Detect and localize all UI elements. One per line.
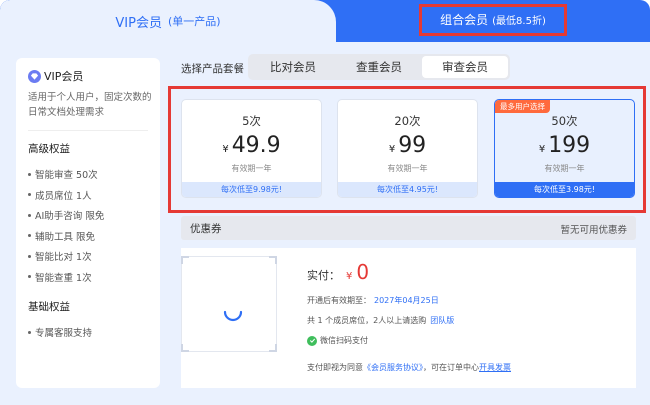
coupon-status: 暂无可用优惠券 xyxy=(560,225,627,236)
seats-text: 共 1 个成员席位，2人以上请选购 xyxy=(307,316,427,325)
benefit-text: 智能查重 1次 xyxy=(35,272,92,284)
sidebar-divider xyxy=(28,130,148,131)
plan-validity: 有效期一年 xyxy=(231,164,272,173)
membership-tabbar: VIP会员 (单一产品) 组合会员 (最低8.5折) xyxy=(0,0,650,42)
plan-count: 5次 xyxy=(242,114,261,128)
team-version-link[interactable]: 团队版 xyxy=(430,315,454,326)
seats-line: 共 1 个成员席位，2人以上请选购 团队版 xyxy=(307,315,454,326)
tab-combo-sub: (最低8.5折) xyxy=(492,16,546,27)
tab-vip-sub: (单一产品) xyxy=(167,15,221,28)
benefit-text: 专属客服支持 xyxy=(35,328,93,340)
plan-price: ¥199 xyxy=(495,133,634,158)
benefits-sidebar: VIP会员 适用于个人用户，固定次数的日常文档处理需求 高级权益 智能审查 50… xyxy=(16,58,160,388)
bullet-icon xyxy=(28,254,31,258)
benefit-text: AI助手咨询 限免 xyxy=(35,211,105,223)
benefit-item: AI助手咨询 限免 xyxy=(28,205,160,226)
benefit-item: 成员席位 1人 xyxy=(28,185,160,206)
option-compare-membership[interactable]: 比对会员 xyxy=(250,56,336,78)
tab-vip-membership[interactable]: VIP会员 (单一产品) xyxy=(0,0,336,42)
plans-highlight-box: 5次 ¥49.9 有效期一年 每次低至9.98元! 20次 ¥99 有效期一年 … xyxy=(168,86,646,213)
payment-info: 实付： ¥ 0 开通后有效期至： 2027年04月25日 共 1 个成员席位，2人… xyxy=(307,260,454,346)
option-plagiarism-membership[interactable]: 查重会员 xyxy=(336,56,422,78)
plan-per-use: 每次低至4.95元! xyxy=(338,182,477,197)
tab-combo-membership[interactable]: 组合会员 (最低8.5折) xyxy=(336,0,650,42)
pay-method-line: 微信扫码支付 xyxy=(307,335,454,346)
currency-symbol: ¥ xyxy=(538,144,546,155)
price-value: 49.9 xyxy=(231,133,281,158)
coupon-bar[interactable]: 优惠券 暂无可用优惠券 xyxy=(181,216,636,240)
loading-spinner-icon xyxy=(223,310,243,322)
price-value: 99 xyxy=(398,133,427,158)
sidebar-header: VIP会员 xyxy=(28,68,160,84)
price-value: 199 xyxy=(548,133,591,158)
plan-card-5[interactable]: 5次 ¥49.9 有效期一年 每次低至9.98元! xyxy=(181,99,322,198)
popular-badge: 最多用户选择 xyxy=(495,100,550,113)
tab-combo-label: 组合会员 xyxy=(440,13,489,27)
agree-mid: ，可在订单中心 xyxy=(423,363,479,372)
qr-corner xyxy=(181,256,189,264)
sidebar-title: VIP会员 xyxy=(44,70,84,83)
plan-price: ¥99 xyxy=(338,133,477,158)
benefit-text: 智能审查 50次 xyxy=(35,170,98,182)
plan-validity: 有效期一年 xyxy=(387,164,428,173)
benefit-text: 成员席位 1人 xyxy=(35,190,92,202)
benefit-item: 智能比对 1次 xyxy=(28,246,160,267)
benefit-text: 辅助工具 限免 xyxy=(35,231,96,243)
plan-validity: 有效期一年 xyxy=(544,164,585,173)
pay-method: 微信扫码支付 xyxy=(320,336,368,345)
agreement-line: 支付即视为同意《会员服务协议》，可在订单中心开具发票 xyxy=(307,362,511,373)
qr-code-frame xyxy=(181,256,277,352)
bullet-icon xyxy=(28,330,31,334)
tab-vip-label: VIP会员 xyxy=(115,15,162,31)
bullet-icon xyxy=(28,172,31,176)
bullet-icon xyxy=(28,234,31,238)
plan-per-use: 每次低至9.98元! xyxy=(182,182,321,197)
plan-count: 20次 xyxy=(394,114,421,128)
advanced-benefits-title: 高级权益 xyxy=(28,143,70,155)
qr-corner xyxy=(269,256,277,264)
bullet-icon xyxy=(28,275,31,279)
main-content: VIP会员 适用于个人用户，固定次数的日常文档处理需求 高级权益 智能审查 50… xyxy=(0,42,650,405)
basic-benefits-title: 基础权益 xyxy=(28,301,70,313)
invoice-link[interactable]: 开具发票 xyxy=(479,363,511,372)
service-agreement-link[interactable]: 《会员服务协议》 xyxy=(363,363,423,372)
benefit-item: 专属客服支持 xyxy=(28,322,160,343)
expiry-date: 2027年04月25日 xyxy=(374,296,439,305)
agree-prefix: 支付即视为同意 xyxy=(307,363,363,372)
benefit-text: 智能比对 1次 xyxy=(35,252,92,264)
expiry-line: 开通后有效期至： 2027年04月25日 xyxy=(307,295,454,306)
currency-symbol: ¥ xyxy=(222,144,229,155)
benefit-item: 智能查重 1次 xyxy=(28,267,160,288)
sidebar-description: 适用于个人用户，固定次数的日常文档处理需求 xyxy=(28,92,152,118)
amount-value: 0 xyxy=(356,260,370,284)
bullet-icon xyxy=(28,193,31,197)
amount-currency: ¥ xyxy=(346,271,353,282)
benefit-item: 智能审查 50次 xyxy=(28,164,160,185)
qr-corner xyxy=(181,344,189,352)
benefit-item: 辅助工具 限免 xyxy=(28,226,160,247)
product-select-label: 选择产品套餐 xyxy=(181,63,244,75)
plan-card-50[interactable]: 最多用户选择 50次 ¥199 有效期一年 每次低至3.98元! xyxy=(494,99,635,198)
expiry-prefix: 开通后有效期至： xyxy=(307,296,371,305)
option-review-membership[interactable]: 审查会员 xyxy=(422,56,508,78)
plan-per-use: 每次低至3.98元! xyxy=(495,182,634,197)
amount-label: 实付： xyxy=(307,269,340,282)
plan-count: 50次 xyxy=(551,114,578,128)
combo-tab-highlight: 组合会员 (最低8.5折) xyxy=(419,4,567,36)
payment-panel: 实付： ¥ 0 开通后有效期至： 2027年04月25日 共 1 个成员席位，2人… xyxy=(181,248,636,388)
coupon-label: 优惠券 xyxy=(190,223,222,235)
qr-corner xyxy=(269,344,277,352)
vip-diamond-icon xyxy=(28,69,41,83)
currency-symbol: ¥ xyxy=(388,144,396,155)
product-segmented-control: 比对会员 查重会员 审查会员 xyxy=(248,54,510,80)
plan-card-20[interactable]: 20次 ¥99 有效期一年 每次低至4.95元! xyxy=(337,99,478,198)
amount-row: 实付： ¥ 0 xyxy=(307,260,454,284)
wechat-check-icon xyxy=(307,335,317,346)
bullet-icon xyxy=(28,213,31,217)
plan-price: ¥49.9 xyxy=(182,133,321,158)
